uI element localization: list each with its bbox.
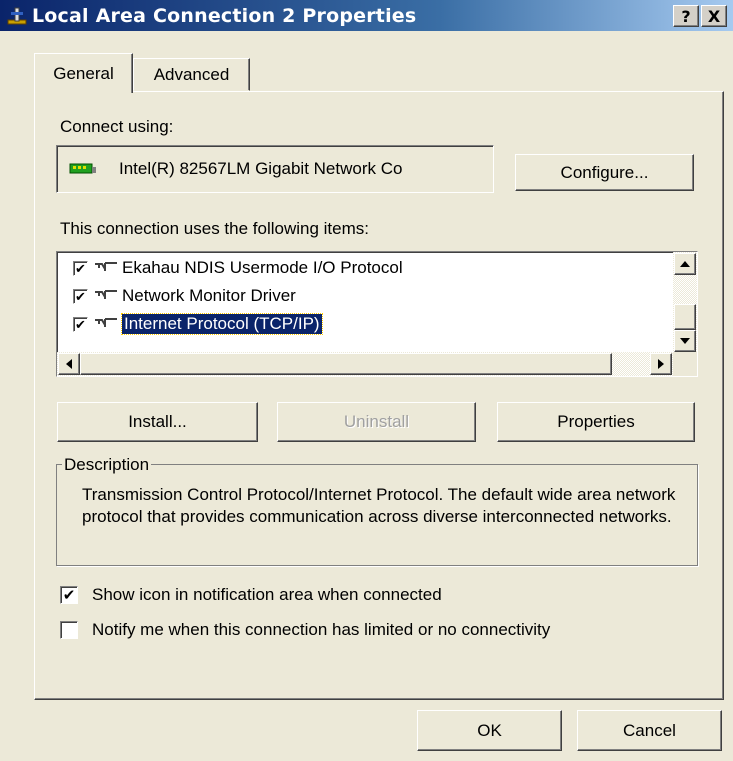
network-protocol-icon [95,262,117,271]
item-checkbox[interactable]: ✔ [73,316,88,332]
help-button[interactable]: ? [673,5,699,27]
horizontal-scroll-thumb[interactable] [80,353,612,375]
scroll-left-button[interactable] [58,353,80,375]
network-protocol-icon [95,290,117,299]
notify-checkbox[interactable] [60,621,78,639]
scroll-down-button[interactable] [674,330,696,352]
scroll-right-button[interactable] [650,353,672,375]
list-item-selected[interactable]: ✔ Internet Protocol (TCP/IP) [73,312,323,336]
item-label: Network Monitor Driver [122,286,296,305]
cancel-button[interactable]: Cancel [577,710,722,751]
network-connection-icon [7,7,27,24]
install-button[interactable]: Install... [57,402,258,442]
item-checkbox[interactable]: ✔ [73,260,88,276]
close-button[interactable]: X [701,5,727,27]
configure-button[interactable]: Configure... [515,154,694,191]
arrow-left-icon [66,359,72,369]
scroll-thumb[interactable] [674,304,696,330]
description-legend: Description [62,455,152,475]
item-checkbox[interactable]: ✔ [73,288,88,304]
item-label: Internet Protocol (TCP/IP) [121,313,323,335]
arrow-right-icon [658,359,664,369]
show-icon-checkbox[interactable]: ✔ [60,586,78,604]
show-icon-label: Show icon in notification area when conn… [92,585,442,604]
ok-button[interactable]: OK [417,710,562,751]
tab-general[interactable]: General [34,53,133,93]
items-listbox[interactable]: ✔ Ekahau NDIS Usermode I/O Protocol ✔ Ne… [56,251,698,377]
arrow-down-icon [680,338,690,344]
uninstall-button[interactable]: Uninstall [277,402,476,442]
title-bar[interactable]: Local Area Connection 2 Properties ? X [0,0,733,31]
window-title: Local Area Connection 2 Properties [32,4,417,27]
tab-advanced[interactable]: Advanced [133,58,250,91]
show-icon-option[interactable]: ✔ Show icon in notification area when co… [60,585,442,605]
adapter-field: Intel(R) 82567LM Gigabit Network Co [56,145,494,193]
network-card-icon [69,163,96,174]
properties-button[interactable]: Properties [497,402,695,442]
list-item[interactable]: ✔ Network Monitor Driver [73,284,296,308]
item-label: Ekahau NDIS Usermode I/O Protocol [122,258,403,277]
list-item[interactable]: ✔ Ekahau NDIS Usermode I/O Protocol [73,256,403,280]
scroll-up-button[interactable] [674,253,696,275]
tab-advanced-label: Advanced [153,64,230,84]
adapter-name: Intel(R) 82567LM Gigabit Network Co [119,159,403,178]
arrow-up-icon [680,261,690,267]
items-label: This connection uses the following items… [60,219,369,238]
network-protocol-icon [95,318,117,327]
notify-label: Notify me when this connection has limit… [92,620,551,639]
tab-general-label: General [53,63,114,83]
notify-option[interactable]: Notify me when this connection has limit… [60,620,550,640]
connect-using-label: Connect using: [60,117,174,136]
description-text: Transmission Control Protocol/Internet P… [82,485,676,526]
scroll-corner [673,352,697,376]
